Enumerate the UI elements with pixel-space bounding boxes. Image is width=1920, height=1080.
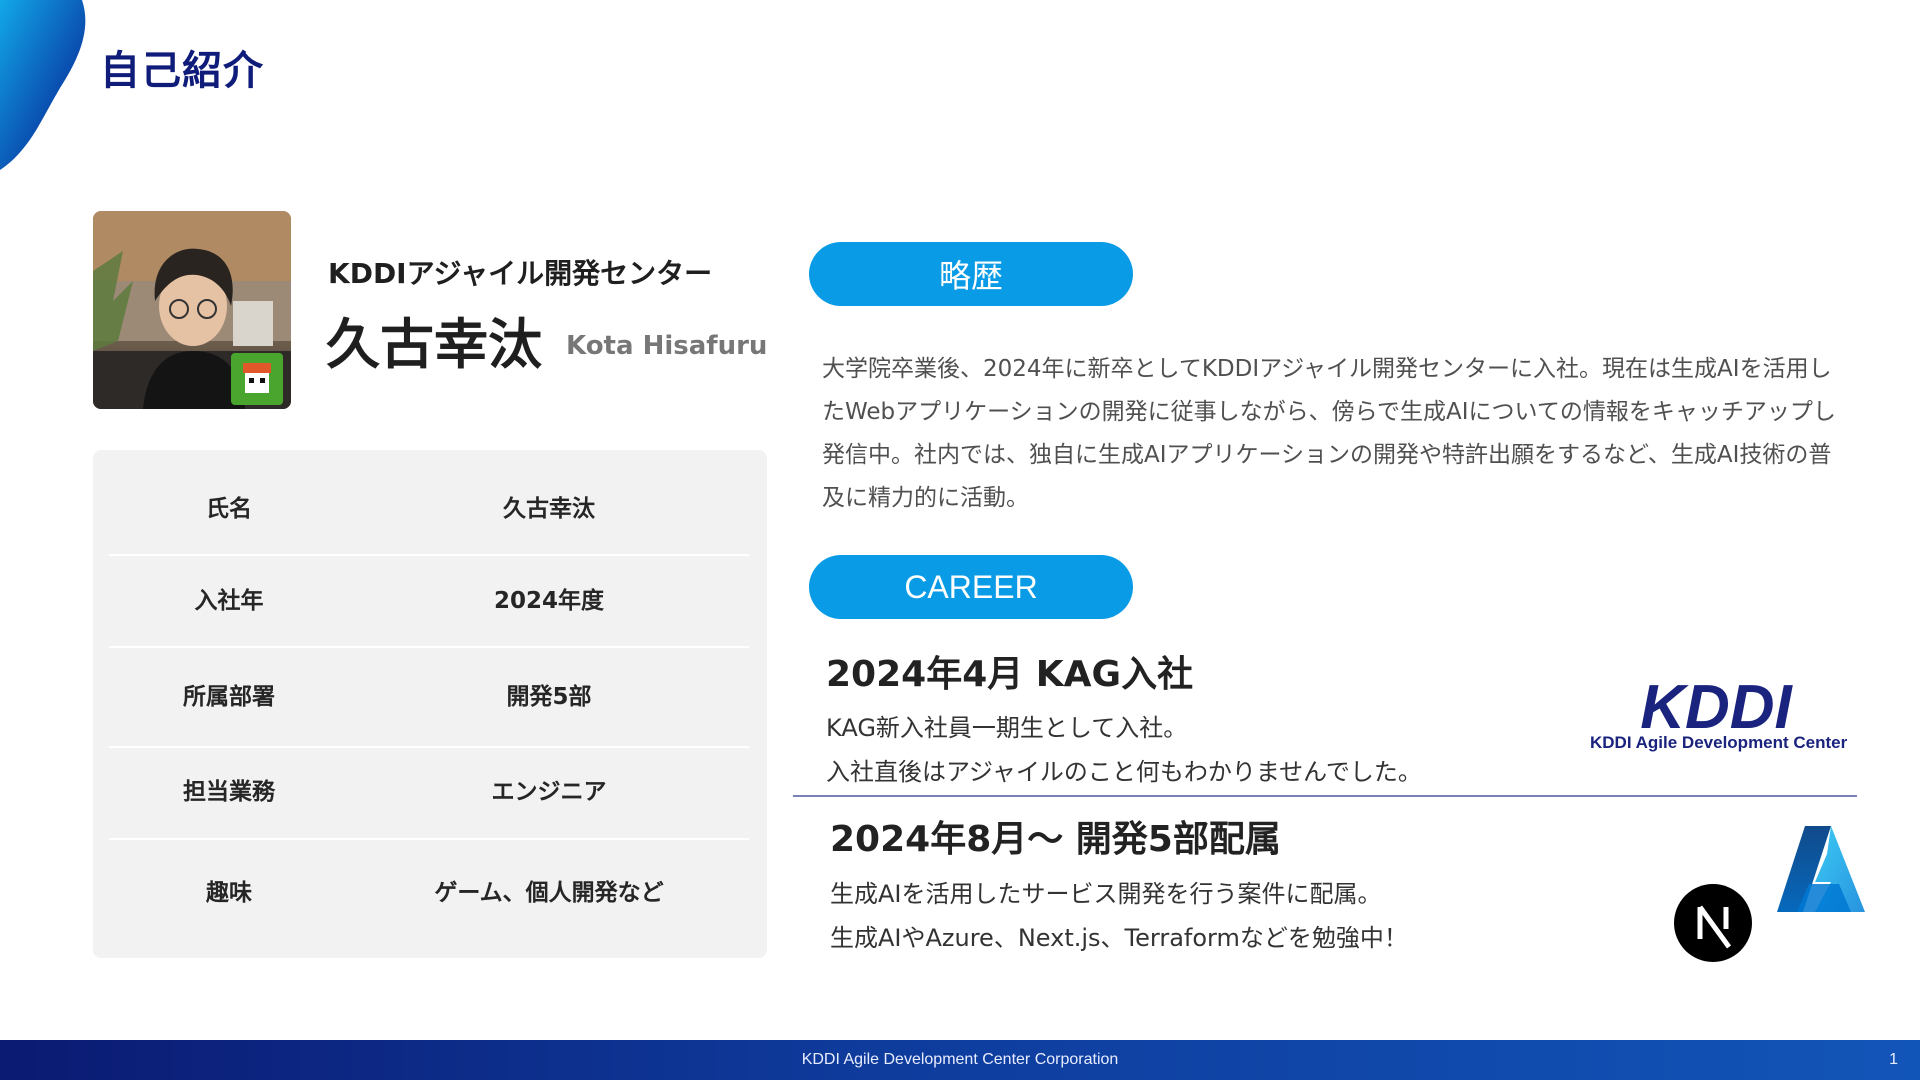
info-row: 趣味 ゲーム、個人開発など xyxy=(109,860,749,920)
info-label: 趣味 xyxy=(206,880,252,906)
info-separator xyxy=(109,746,749,748)
info-row: 所属部署 開発5部 xyxy=(109,664,749,724)
corner-decoration xyxy=(0,0,86,170)
info-label: 担当業務 xyxy=(183,779,275,805)
info-label: 氏名 xyxy=(206,496,252,522)
career-entry-line: 生成AIやAzure、Next.js、Terraformなどを勉強中！ xyxy=(830,924,1408,952)
nextjs-icon xyxy=(1674,884,1752,962)
career-entry-title: 2024年4月 KAG入社 xyxy=(826,654,1194,695)
info-value: ゲーム、個人開発など xyxy=(434,880,664,906)
info-value: 久古幸汰 xyxy=(503,496,595,522)
slide: 自己紹介 KDDIアジャイル開発センター 久古幸汰 Kota Hisafuru … xyxy=(0,0,1920,1080)
career-entry-line: 生成AIを活用したサービス開発を行う案件に配属。 xyxy=(830,880,1382,908)
info-separator xyxy=(109,646,749,648)
history-heading-pill: 略歴 xyxy=(809,242,1133,306)
info-value: エンジニア xyxy=(491,779,607,805)
history-text: 大学院卒業後、2024年に新卒としてKDDIアジャイル開発センターに入社。現在は… xyxy=(822,356,1836,511)
career-heading-pill: CAREER xyxy=(809,555,1133,619)
footer-company: KDDI Agile Development Center Corporatio… xyxy=(801,1051,1119,1068)
azure-icon xyxy=(1777,826,1865,912)
info-value: 2024年度 xyxy=(493,588,604,614)
career-entry-line: KAG新入社員一期生として入社。 xyxy=(826,714,1188,742)
profile-info-table: 氏名 久古幸汰 入社年 2024年度 所属部署 開発5部 担当業務 エンジニア … xyxy=(93,450,767,958)
page-title: 自己紹介 xyxy=(100,48,264,94)
info-label: 所属部署 xyxy=(183,684,275,710)
organization-name: KDDIアジャイル開発センター xyxy=(328,257,713,290)
info-separator xyxy=(109,554,749,556)
kddi-logo-mark: KDDI xyxy=(1640,673,1793,742)
career-entry-line: 入社直後はアジャイルのこと何もわかりませんでした。 xyxy=(826,758,1422,786)
footer-bar: KDDI Agile Development Center Corporatio… xyxy=(0,1040,1920,1080)
info-row: 担当業務 エンジニア xyxy=(109,759,749,819)
kddi-logo-caption: KDDI Agile Development Center xyxy=(1590,733,1848,752)
profile-photo xyxy=(93,211,291,409)
info-label: 入社年 xyxy=(194,588,264,614)
info-row: 入社年 2024年度 xyxy=(109,568,749,628)
person-name-english: Kota Hisafuru xyxy=(566,331,768,361)
info-value: 開発5部 xyxy=(506,684,592,710)
career-entry-title: 2024年8月～ 開発5部配属 xyxy=(830,819,1281,860)
person-name: 久古幸汰 xyxy=(326,313,542,376)
page-number: 1 xyxy=(1889,1051,1898,1068)
info-row: 氏名 久古幸汰 xyxy=(109,476,749,536)
career-divider xyxy=(793,795,1857,797)
info-separator xyxy=(109,838,749,840)
